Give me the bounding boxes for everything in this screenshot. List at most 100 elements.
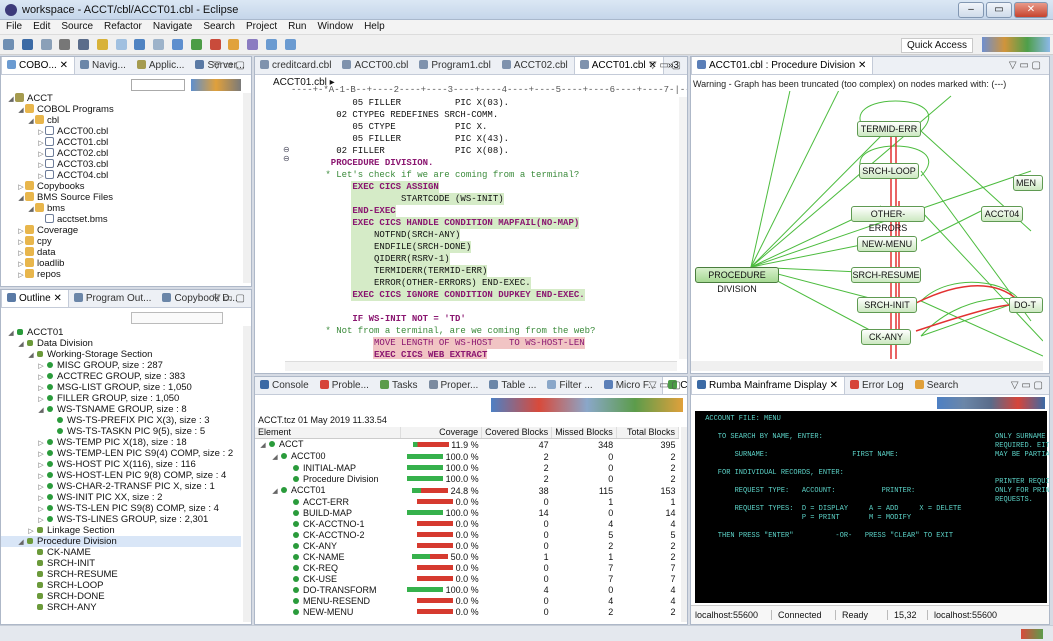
outline-item[interactable]: ◢ Working-Storage Section: [1, 349, 241, 360]
outline-item[interactable]: SRCH-DONE: [1, 591, 241, 602]
close-icon[interactable]: ✕: [1014, 2, 1048, 18]
outline-item[interactable]: ◢ Data Division: [1, 338, 241, 349]
view-menu-icon[interactable]: ▽ ▭ ▢: [213, 60, 245, 71]
tab-acct00-cbl[interactable]: ACCT00.cbl: [337, 57, 414, 74]
tree-item[interactable]: ▷ cpy: [1, 236, 52, 247]
tab-acct02-cbl[interactable]: ACCT02.cbl: [497, 57, 574, 74]
table-row[interactable]: CK-USE 0.0 % 0 7 7: [255, 574, 679, 585]
tree-item[interactable]: ▷ ACCT03.cbl: [1, 159, 108, 170]
outline-item[interactable]: ▷ Linkage Section: [1, 525, 241, 536]
node-new-menu[interactable]: NEW-MENU: [857, 236, 917, 252]
tab-program-out-[interactable]: Program Out...: [69, 290, 158, 307]
tree-item[interactable]: ◢ BMS Source Files: [1, 192, 113, 203]
tab-close-icon[interactable]: ✕: [57, 60, 68, 71]
col-coverage[interactable]: Coverage: [400, 427, 483, 439]
menu-window[interactable]: Window: [311, 20, 358, 32]
tools-icon[interactable]: [228, 39, 240, 50]
fold-markers[interactable]: ⊖ ⊖: [283, 145, 290, 163]
tab-close-icon[interactable]: ✕: [827, 380, 838, 391]
graph-hscrollbar[interactable]: [691, 361, 1043, 371]
quick-access-input[interactable]: Quick Access: [900, 38, 973, 53]
menu-refactor[interactable]: Refactor: [98, 20, 147, 32]
tab-tasks[interactable]: Tasks: [375, 377, 424, 394]
graph-view-controls[interactable]: ▽ ▭ ▢: [1009, 60, 1041, 71]
tree-item[interactable]: ◢ ACCT: [1, 93, 53, 104]
table-row[interactable]: Procedure Division 100.0 % 2 0 2: [255, 474, 679, 485]
outline-item[interactable]: ▷ WS-TS-LEN PIC S9(8) COMP, size : 4: [1, 503, 241, 514]
outline-item[interactable]: ◢ WS-TSNAME GROUP, size : 8: [1, 404, 241, 415]
tab-filter-[interactable]: Filter ...: [542, 377, 598, 394]
tab-outline[interactable]: Outline ✕: [1, 290, 69, 307]
table-row[interactable]: DO-TRANSFORM 100.0 % 4 0 4: [255, 585, 679, 596]
grid-icon[interactable]: [134, 39, 146, 50]
tree-item[interactable]: ▷ data: [1, 247, 56, 258]
tree-item[interactable]: acctset.bms: [1, 214, 108, 225]
code-area[interactable]: 05 FILLER PIC X(03). 02 CTYPEG REDEFINES…: [293, 97, 677, 359]
tab-program1-cbl[interactable]: Program1.cbl: [414, 57, 496, 74]
node-srch-loop[interactable]: SRCH-LOOP: [859, 163, 919, 179]
table-row[interactable]: INITIAL-MAP 100.0 % 2 0 2: [255, 463, 679, 474]
tab-table-[interactable]: Table ...: [484, 377, 542, 394]
tree-item[interactable]: ▷ repos: [1, 269, 61, 280]
outline-item[interactable]: CK-NAME: [1, 547, 241, 558]
table-row[interactable]: BUILD-MAP 100.0 % 14 0 14: [255, 508, 679, 519]
tree-item[interactable]: ▷ ACCT04.cbl: [1, 170, 108, 181]
format-icon[interactable]: [172, 39, 184, 50]
tab-close-icon[interactable]: ✕: [51, 293, 61, 304]
editor-vscrollbar[interactable]: [679, 97, 687, 359]
table-row[interactable]: CK-REQ 0.0 % 0 7 7: [255, 563, 679, 574]
tree-item[interactable]: ▷ Coverage: [1, 225, 78, 236]
col-total-blocks[interactable]: Total Blocks: [616, 427, 680, 439]
outline-icon[interactable]: [115, 39, 127, 50]
explorer-filter-combo[interactable]: [131, 79, 185, 91]
perspective-icon[interactable]: [96, 39, 108, 50]
menu-navigate[interactable]: Navigate: [147, 20, 197, 32]
search-icon[interactable]: [247, 39, 259, 50]
node-termid-err[interactable]: TERMID-ERR: [857, 121, 921, 137]
outline-item[interactable]: ◢ Procedure Division: [1, 536, 241, 547]
view-menu-icon[interactable]: ▽ ▭ ▢: [213, 293, 245, 304]
expand-toggle-icon[interactable]: ◢: [259, 440, 267, 451]
tab-proper-[interactable]: Proper...: [424, 377, 485, 394]
table-row[interactable]: ◢ ACCT 11.9 % 47 348 395: [255, 439, 679, 452]
outline-item[interactable]: ▷ WS-HOST-LEN PIC 9(8) COMP, size : 4: [1, 470, 241, 481]
node-srch-init[interactable]: SRCH-INIT: [857, 297, 917, 313]
menu-help[interactable]: Help: [358, 20, 390, 32]
view-menu-icon[interactable]: ▽ ▭ ▢: [649, 60, 681, 71]
menu-project[interactable]: Project: [240, 20, 282, 32]
col-covered-blocks[interactable]: Covered Blocks: [481, 427, 553, 439]
node-procedure-division[interactable]: PROCEDURE DIVISION: [695, 267, 779, 294]
tab-navig-[interactable]: Navig...: [75, 57, 132, 74]
run-icon[interactable]: [190, 39, 202, 50]
stop-icon[interactable]: [209, 39, 221, 50]
col-missed-blocks[interactable]: Missed Blocks: [551, 427, 617, 439]
table-row[interactable]: MENU-RESEND 0.0 % 0 4 4: [255, 596, 679, 607]
outline-item[interactable]: ▷ WS-INIT PIC XX, size : 2: [1, 492, 241, 503]
tree-item[interactable]: ▷ ACCT01.cbl: [1, 137, 108, 148]
table-row[interactable]: CK-NAME 50.0 % 1 1 2: [255, 552, 679, 563]
tab-error-log[interactable]: Error Log: [845, 377, 910, 394]
coverage-scrollbar[interactable]: [681, 427, 687, 622]
node-srch-resume[interactable]: SRCH-RESUME: [851, 267, 921, 283]
new-icon[interactable]: [3, 39, 14, 50]
tree-item[interactable]: ◢ bms: [1, 203, 65, 214]
menu-search[interactable]: Search: [197, 20, 240, 32]
rumba-toolbar-icons[interactable]: [937, 397, 1045, 409]
outline-item[interactable]: WS-TS-PREFIX PIC X(3), size : 3: [1, 415, 241, 426]
outline-item[interactable]: SRCH-ANY: [1, 602, 241, 613]
view-menu-icon[interactable]: ▽ ▭ ▢: [1011, 380, 1043, 391]
perspective-switcher-icon[interactable]: [982, 37, 1050, 52]
outline-item[interactable]: WS-TS-TASKN PIC 9(5), size : 5: [1, 426, 241, 437]
terminal-screen[interactable]: ACCOUNT FILE: MENU TO SEARCH BY NAME, EN…: [695, 411, 1049, 603]
debug-icon[interactable]: [78, 39, 90, 50]
view-menu-icon[interactable]: ▽ ▭ ▢: [649, 380, 681, 391]
expand-toggle-icon[interactable]: ◢: [271, 486, 279, 497]
menu-file[interactable]: File: [0, 20, 27, 32]
expand-toggle-icon[interactable]: ▷: [17, 270, 25, 281]
tree-item[interactable]: ▷ ACCT02.cbl: [1, 148, 108, 159]
outline-item[interactable]: ▷ ACCTREC GROUP, size : 383: [1, 371, 241, 382]
save-icon[interactable]: [21, 39, 33, 50]
editor-hscrollbar[interactable]: [285, 361, 677, 371]
expand-toggle-icon[interactable]: ◢: [271, 452, 279, 463]
table-row[interactable]: NEW-MENU 0.0 % 0 2 2: [255, 607, 679, 618]
